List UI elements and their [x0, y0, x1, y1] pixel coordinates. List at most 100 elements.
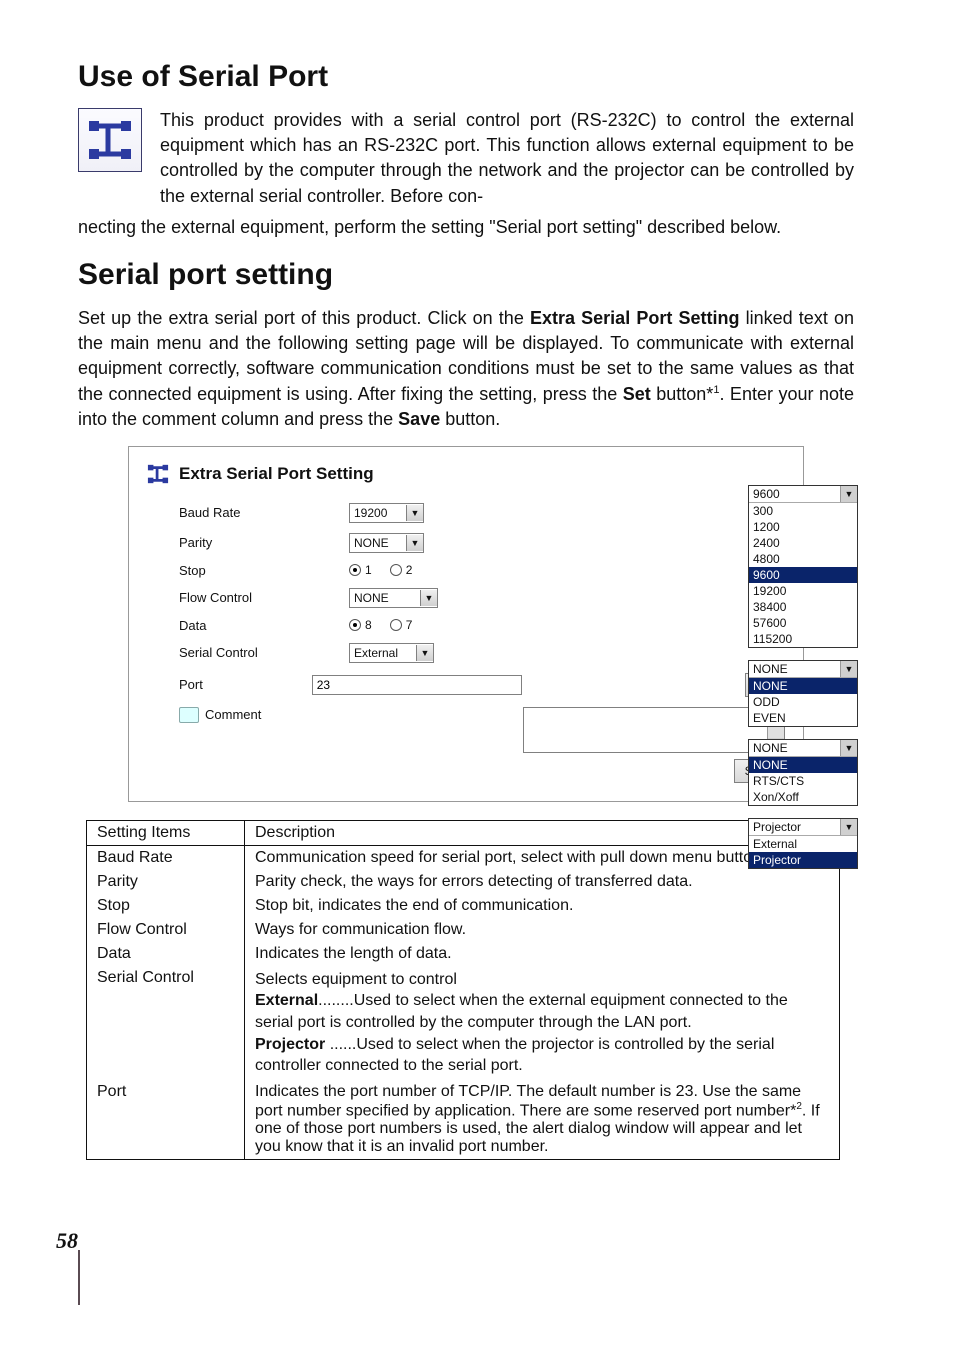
sps-paragraph: Set up the extra serial port of this pro…: [78, 306, 854, 432]
dropdown-option[interactable]: 115200: [749, 631, 857, 647]
row-sc-proj-label: Projector: [255, 1036, 325, 1053]
baud-rate-dropdown-list[interactable]: 9600 ▼ 300120024004800960019200384005760…: [748, 485, 858, 648]
parity-dropdown-list[interactable]: NONE ▼ NONEODDEVEN: [748, 660, 858, 727]
dropdown-option[interactable]: Xon/Xoff: [749, 789, 857, 805]
network-small-icon: [147, 463, 169, 485]
row-sc-ext-label: External: [255, 992, 318, 1009]
chevron-down-icon[interactable]: ▼: [840, 486, 857, 502]
data-radio-8[interactable]: 8: [349, 618, 372, 632]
dropdown-option[interactable]: Projector: [749, 852, 857, 868]
extra-serial-port-settings-panel: Extra Serial Port Setting Baud Rate 1920…: [128, 446, 804, 802]
flow-dropdown-list[interactable]: NONE ▼ NONERTS/CTSXon/Xoff: [748, 739, 858, 806]
dropdown-option[interactable]: 19200: [749, 583, 857, 599]
row-port-name: Port: [87, 1080, 245, 1159]
sps-text-after-set: button*: [651, 384, 714, 404]
stop-opt2-label: 2: [406, 563, 413, 577]
row-port-desc: Indicates the port number of TCP/IP. The…: [245, 1080, 839, 1159]
port-input[interactable]: [312, 675, 522, 695]
dropdown-option[interactable]: 9600: [749, 567, 857, 583]
page-number: 58: [56, 1228, 78, 1254]
flow-control-value: NONE: [350, 591, 420, 605]
stop-label: Stop: [179, 563, 349, 578]
dropdown-option[interactable]: 57600: [749, 615, 857, 631]
dropdown-option[interactable]: 300: [749, 503, 857, 519]
dropdown-option[interactable]: 38400: [749, 599, 857, 615]
row-sc-projector: Projector ......Used to select when the …: [255, 1034, 829, 1077]
row-data-desc: Indicates the length of data.: [245, 942, 839, 966]
serial-control-select[interactable]: External ▼: [349, 643, 434, 663]
row-sc-name: Serial Control: [87, 966, 245, 1080]
row-parity-name: Parity: [87, 870, 245, 894]
chevron-down-icon[interactable]: ▼: [420, 590, 437, 606]
table-header-items: Setting Items: [87, 821, 245, 845]
data-opt2-label: 7: [406, 618, 413, 632]
chevron-down-icon[interactable]: ▼: [840, 661, 857, 677]
comment-icon: [179, 707, 199, 723]
sps-text: Set up the extra serial port of this pro…: [78, 308, 530, 328]
serial-control-label: Serial Control: [179, 645, 349, 660]
row-flow-name: Flow Control: [87, 918, 245, 942]
parity-dropdown-current: NONE: [749, 661, 840, 677]
radio-unchecked-icon: [390, 564, 402, 576]
radio-checked-icon: [349, 619, 361, 631]
chevron-down-icon[interactable]: ▼: [416, 645, 433, 661]
chevron-down-icon[interactable]: ▼: [840, 819, 857, 835]
chevron-down-icon[interactable]: ▼: [840, 740, 857, 756]
network-icon: [78, 108, 142, 172]
flow-dropdown-current: NONE: [749, 740, 840, 756]
chevron-down-icon[interactable]: ▼: [406, 505, 423, 521]
comment-label: Comment: [205, 707, 261, 722]
settings-description-table: Setting Items Description Baud Rate Comm…: [86, 820, 840, 1160]
sps-bold-extra: Extra Serial Port Setting: [530, 308, 740, 328]
heading-use-of-serial-port: Use of Serial Port: [78, 60, 854, 94]
dropdown-option[interactable]: ODD: [749, 694, 857, 710]
dropdown-option[interactable]: NONE: [749, 757, 857, 773]
row-stop-name: Stop: [87, 894, 245, 918]
dropdown-option[interactable]: External: [749, 836, 857, 852]
row-stop-desc: Stop bit, indicates the end of communica…: [245, 894, 839, 918]
serial-control-value: External: [350, 646, 416, 660]
stop-opt1-label: 1: [365, 563, 372, 577]
page-number-rule: [78, 1250, 80, 1305]
row-baud-name: Baud Rate: [87, 846, 245, 870]
dropdown-option[interactable]: EVEN: [749, 710, 857, 726]
intro-text-rest: necting the external equipment, perform …: [78, 215, 854, 240]
row-sc-proj-dots: ......: [325, 1036, 356, 1053]
row-sc-external: External........Used to select when the …: [255, 990, 829, 1033]
baud-rate-label: Baud Rate: [179, 505, 349, 520]
parity-label: Parity: [179, 535, 349, 550]
dropdown-popouts: 9600 ▼ 300120024004800960019200384005760…: [748, 485, 858, 881]
radio-unchecked-icon: [390, 619, 402, 631]
row-data-name: Data: [87, 942, 245, 966]
baud-rate-value: 19200: [350, 506, 406, 520]
flow-control-select[interactable]: NONE ▼: [349, 588, 438, 608]
dropdown-option[interactable]: 4800: [749, 551, 857, 567]
comment-textarea[interactable]: ▲ ▼: [523, 707, 785, 753]
panel-title-text: Extra Serial Port Setting: [179, 464, 374, 484]
port-label: Port: [179, 677, 312, 692]
sps-text-end: button.: [440, 409, 500, 429]
row-sc-desc: Selects equipment to control: [255, 969, 829, 991]
stop-radio-1[interactable]: 1: [349, 563, 372, 577]
sps-bold-set: Set: [623, 384, 651, 404]
parity-select[interactable]: NONE ▼: [349, 533, 424, 553]
sc-dropdown-current: Projector: [749, 819, 840, 835]
stop-radio-2[interactable]: 2: [390, 563, 413, 577]
dropdown-option[interactable]: 2400: [749, 535, 857, 551]
dropdown-option[interactable]: RTS/CTS: [749, 773, 857, 789]
row-port-desc-pre: Indicates the port number of TCP/IP. The…: [255, 1083, 801, 1119]
row-flow-desc: Ways for communication flow.: [245, 918, 839, 942]
intro-text-first-lines: This product provides with a serial cont…: [160, 108, 854, 209]
parity-value: NONE: [350, 536, 406, 550]
row-sc-ext-dots: ........: [318, 992, 354, 1009]
data-label: Data: [179, 618, 349, 633]
dropdown-option[interactable]: 1200: [749, 519, 857, 535]
data-opt1-label: 8: [365, 618, 372, 632]
dropdown-option[interactable]: NONE: [749, 678, 857, 694]
baud-rate-select[interactable]: 19200 ▼: [349, 503, 424, 523]
heading-serial-port-setting: Serial port setting: [78, 258, 854, 292]
chevron-down-icon[interactable]: ▼: [406, 535, 423, 551]
data-radio-7[interactable]: 7: [390, 618, 413, 632]
serial-control-dropdown-list[interactable]: Projector ▼ ExternalProjector: [748, 818, 858, 869]
sps-bold-save: Save: [398, 409, 440, 429]
